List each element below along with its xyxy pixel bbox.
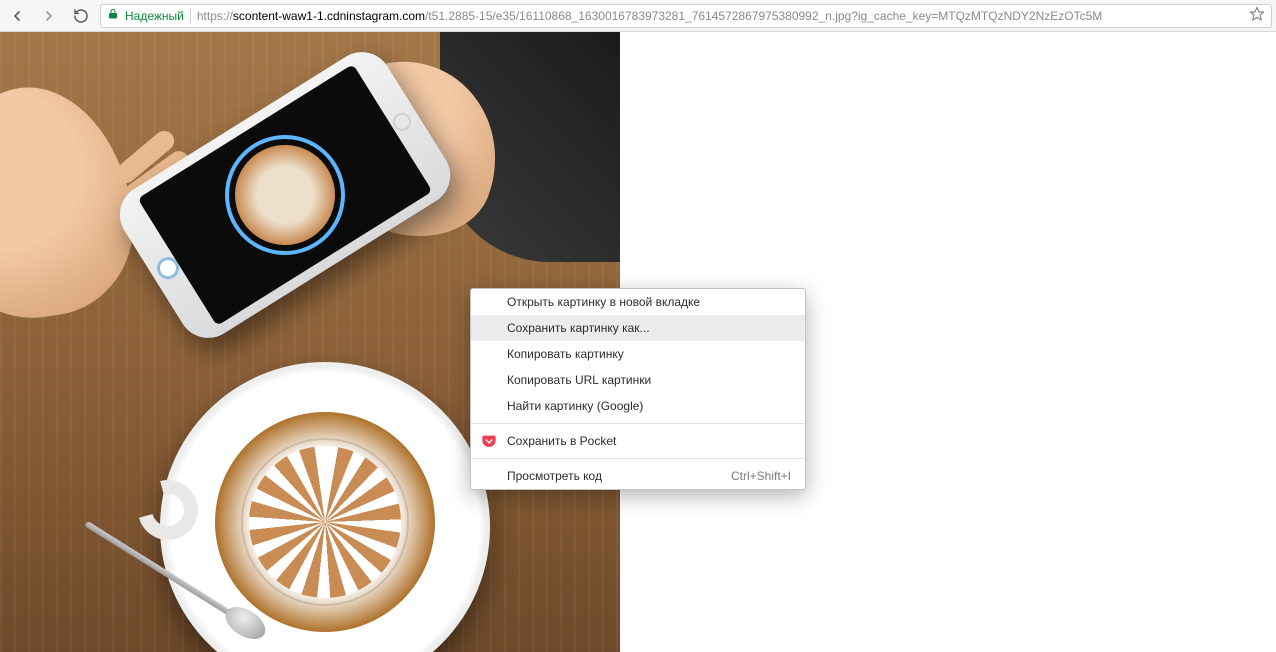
back-button[interactable] [4,3,30,29]
browser-toolbar: Надежный https://scontent-waw1-1.cdninst… [0,0,1276,32]
coffee-cup [215,412,435,632]
cup-rim [241,438,409,606]
url-text: https://scontent-waw1-1.cdninstagram.com… [197,9,1243,23]
ctx-item-label: Копировать картинку [507,347,624,361]
addr-separator [190,9,191,23]
ctx-item-label: Просмотреть код [507,469,602,483]
ctx-item-label: Сохранить картинку как... [507,321,650,335]
pocket-icon [481,433,497,449]
ctx-open-image-new-tab[interactable]: Открыть картинку в новой вкладке [471,289,805,315]
ctx-item-label: Найти картинку (Google) [507,399,643,413]
ctx-divider [471,458,805,459]
forward-button[interactable] [36,3,62,29]
ctx-copy-image[interactable]: Копировать картинку [471,341,805,367]
star-icon[interactable] [1249,6,1265,25]
ctx-shortcut: Ctrl+Shift+I [731,463,791,489]
reload-button[interactable] [68,3,94,29]
context-menu: Открыть картинку в новой вкладке Сохрани… [470,288,806,490]
camera-ring [202,112,367,277]
ctx-save-to-pocket[interactable]: Сохранить в Pocket [471,428,805,454]
ctx-search-image-google[interactable]: Найти картинку (Google) [471,393,805,419]
ctx-item-label: Копировать URL картинки [507,373,651,387]
lock-icon [107,8,119,23]
viewport: Открыть картинку в новой вкладке Сохрани… [0,32,1276,652]
ctx-save-image-as[interactable]: Сохранить картинку как... [471,315,805,341]
ctx-item-label: Сохранить в Pocket [507,434,616,448]
ctx-copy-image-url[interactable]: Копировать URL картинки [471,367,805,393]
ctx-item-label: Открыть картинку в новой вкладке [507,295,700,309]
security-label: Надежный [125,9,184,23]
ctx-view-source[interactable]: Просмотреть код Ctrl+Shift+I [471,463,805,489]
camera-preview [216,126,354,264]
ctx-divider [471,423,805,424]
address-bar[interactable]: Надежный https://scontent-waw1-1.cdninst… [100,4,1272,28]
